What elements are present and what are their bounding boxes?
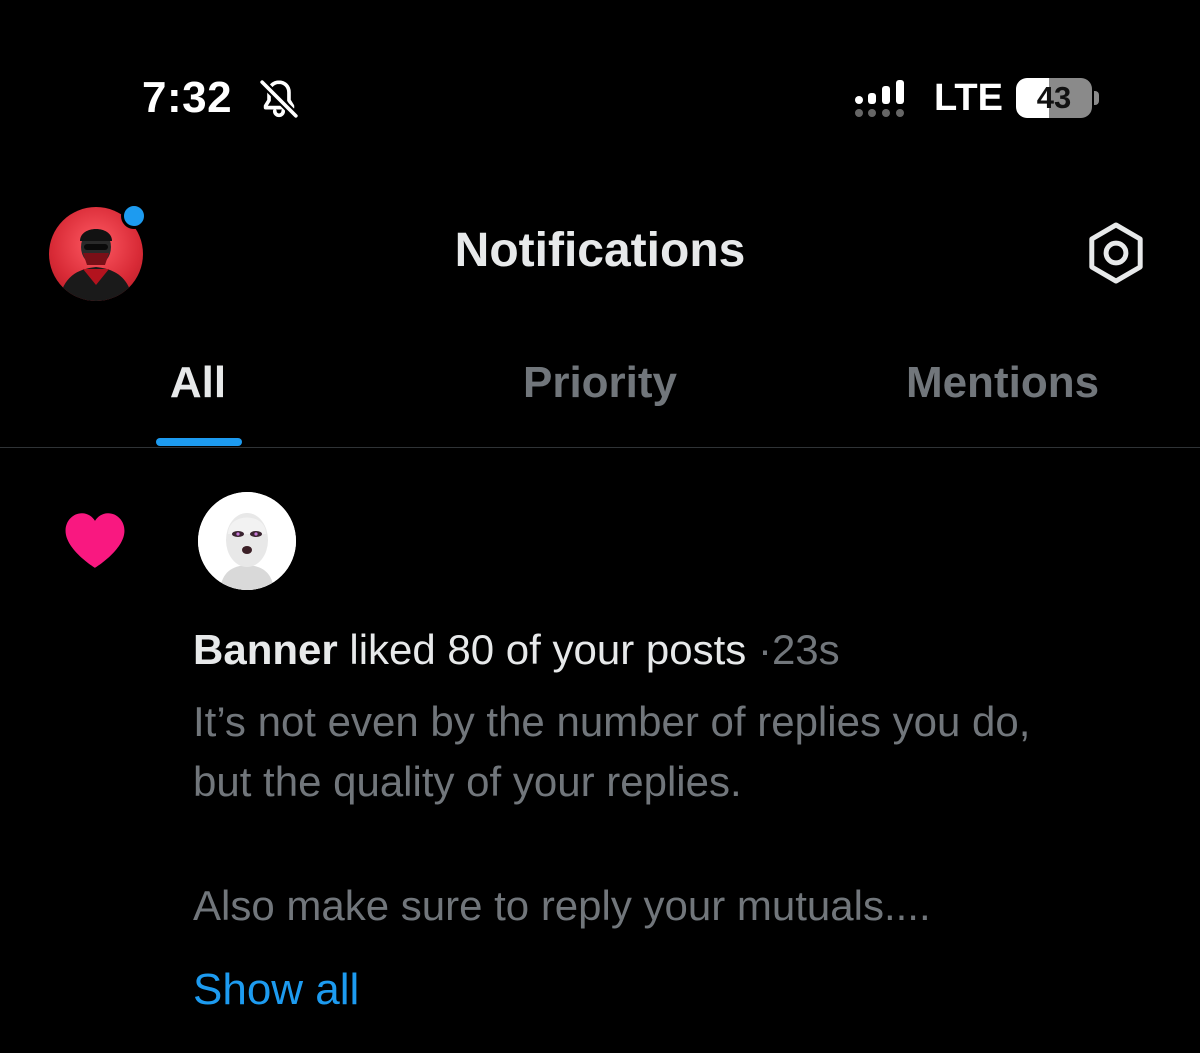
cellular-signal-icon xyxy=(855,80,904,117)
page-title: Notifications xyxy=(454,224,746,277)
tab-priority[interactable]: Priority xyxy=(470,355,730,411)
post-text-line: Also make sure to reply your mutuals.... xyxy=(193,882,931,929)
tab-all[interactable]: All xyxy=(128,355,268,411)
post-preview[interactable]: It’s not even by the number of replies y… xyxy=(193,692,1183,936)
notification-action: liked 80 of your posts xyxy=(349,626,747,673)
notification-summary[interactable]: Banner liked 80 of your posts ·23s xyxy=(193,624,1173,676)
active-tab-indicator xyxy=(156,438,242,446)
tabs-divider xyxy=(0,447,1200,448)
network-type-label: LTE xyxy=(934,77,1003,119)
notification-time: 23s xyxy=(771,626,840,673)
show-all-link[interactable]: Show all xyxy=(193,962,359,1018)
battery-tip xyxy=(1094,91,1099,105)
post-text-line: but the quality of your replies. xyxy=(193,758,742,805)
balaclava-figure xyxy=(198,492,296,590)
gear-icon[interactable] xyxy=(1083,220,1149,286)
bell-slash-icon xyxy=(259,79,299,119)
battery-percentage: 43 xyxy=(1036,80,1072,115)
user-name[interactable]: Banner xyxy=(193,626,338,673)
heart-icon xyxy=(65,513,125,568)
separator-dot: · xyxy=(757,626,772,673)
tab-mentions[interactable]: Mentions xyxy=(870,355,1135,411)
post-text-line: It’s not even by the number of replies y… xyxy=(193,698,1031,745)
battery-indicator: 43 xyxy=(1016,78,1092,118)
status-time: 7:32 xyxy=(142,73,233,122)
liker-avatar[interactable] xyxy=(198,492,296,590)
